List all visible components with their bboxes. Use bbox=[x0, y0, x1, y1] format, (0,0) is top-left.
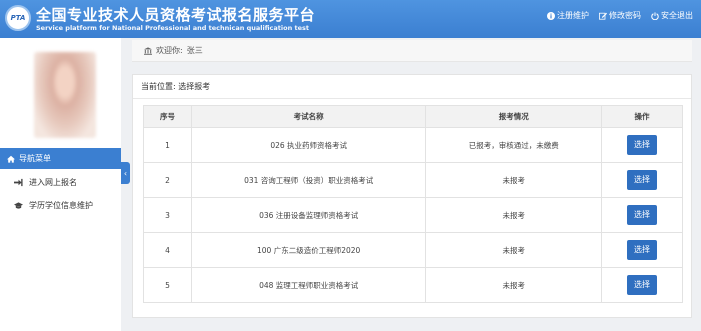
info-icon bbox=[547, 11, 555, 20]
col-header-action: 操作 bbox=[601, 105, 683, 128]
row-status: 未报考 bbox=[425, 197, 603, 233]
graduation-cap-icon bbox=[14, 201, 23, 209]
row-status: 未报考 bbox=[425, 267, 603, 303]
exam-table: 序号 考试名称 报考情况 操作 1 026 执业药师资格考试 已报考，审核通过，… bbox=[143, 105, 683, 303]
col-header-exam-name: 考试名称 bbox=[190, 105, 427, 128]
row-action-cell: 选择 bbox=[601, 127, 683, 163]
sidebar-item-label: 学历学位信息维护 bbox=[29, 200, 93, 210]
nav-menu-title: 导航菜单 bbox=[19, 154, 51, 163]
row-no: 5 bbox=[143, 267, 192, 303]
col-header-no: 序号 bbox=[143, 105, 192, 128]
table-row: 5 048 监理工程师职业资格考试 未报考 选择 bbox=[143, 267, 683, 303]
avatar bbox=[34, 52, 96, 138]
select-button[interactable]: 选择 bbox=[627, 205, 658, 225]
divider bbox=[133, 98, 691, 99]
welcome-bar: 欢迎你: 张三 bbox=[132, 40, 692, 62]
select-button[interactable]: 选择 bbox=[627, 135, 658, 155]
row-exam-name: 048 监理工程师职业资格考试 bbox=[190, 267, 427, 303]
sidebar-item-education-info[interactable]: 学历学位信息维护 bbox=[0, 194, 121, 216]
edit-icon bbox=[599, 12, 607, 20]
row-exam-name: 100 广东二级造价工程师2020 bbox=[190, 232, 427, 268]
select-button[interactable]: 选择 bbox=[627, 240, 658, 260]
welcome-username: 张三 bbox=[186, 46, 203, 55]
register-maintain-link[interactable]: 注册维护 bbox=[547, 10, 589, 21]
row-action-cell: 选择 bbox=[601, 162, 683, 198]
signin-icon bbox=[14, 178, 23, 186]
pta-logo: PTA bbox=[5, 5, 31, 31]
row-action-cell: 选择 bbox=[601, 197, 683, 233]
power-icon bbox=[651, 11, 659, 20]
select-button[interactable]: 选择 bbox=[627, 170, 658, 190]
main-panel: 当前位置: 选择报考 序号 考试名称 报考情况 操作 1 026 执业药师资格考… bbox=[132, 74, 692, 318]
row-exam-name: 036 注册设备监理师资格考试 bbox=[190, 197, 427, 233]
home-icon bbox=[7, 155, 15, 163]
table-row: 3 036 注册设备监理师资格考试 未报考 选择 bbox=[143, 197, 683, 233]
sidebar-item-online-registration[interactable]: 进入网上报名 bbox=[0, 171, 121, 193]
chevron-left-icon: ‹ bbox=[123, 168, 128, 178]
select-button[interactable]: 选择 bbox=[627, 275, 658, 295]
table-header-row: 序号 考试名称 报考情况 操作 bbox=[143, 105, 683, 128]
table-row: 2 031 咨询工程师（投资）职业资格考试 未报考 选择 bbox=[143, 162, 683, 198]
row-status: 已报考，审核通过，未缴费 bbox=[425, 127, 603, 163]
logout-link[interactable]: 安全退出 bbox=[651, 10, 693, 21]
row-no: 3 bbox=[143, 197, 192, 233]
row-action-cell: 选择 bbox=[601, 267, 683, 303]
change-password-link[interactable]: 修改密码 bbox=[599, 10, 641, 21]
breadcrumb: 当前位置: 选择报考 bbox=[141, 82, 211, 91]
row-no: 1 bbox=[143, 127, 192, 163]
welcome-prefix: 欢迎你: bbox=[156, 46, 183, 55]
site-title: 全国专业技术人员资格考试报名服务平台 bbox=[36, 6, 316, 24]
change-password-label: 修改密码 bbox=[609, 11, 641, 20]
sidebar-collapse-toggle[interactable]: ‹ bbox=[121, 162, 130, 184]
row-status: 未报考 bbox=[425, 232, 603, 268]
row-no: 2 bbox=[143, 162, 192, 198]
logout-label: 安全退出 bbox=[661, 11, 693, 20]
col-header-status: 报考情况 bbox=[425, 105, 603, 128]
row-status: 未报考 bbox=[425, 162, 603, 198]
row-action-cell: 选择 bbox=[601, 232, 683, 268]
sidebar-item-label: 进入网上报名 bbox=[29, 177, 77, 187]
sidebar: 导航菜单 进入网上报名 学历学位信息维护 bbox=[0, 38, 121, 331]
row-exam-name: 026 执业药师资格考试 bbox=[190, 127, 427, 163]
row-no: 4 bbox=[143, 232, 192, 268]
register-maintain-label: 注册维护 bbox=[557, 11, 589, 20]
nav-menu-header[interactable]: 导航菜单 bbox=[0, 148, 121, 169]
app-header: PTA 全国专业技术人员资格考试报名服务平台 Service platform … bbox=[0, 0, 701, 38]
logo-text: PTA bbox=[10, 14, 26, 22]
row-exam-name: 031 咨询工程师（投资）职业资格考试 bbox=[190, 162, 427, 198]
site-subtitle: Service platform for National Profession… bbox=[36, 24, 309, 32]
table-row: 4 100 广东二级造价工程师2020 未报考 选择 bbox=[143, 232, 683, 268]
top-links: 注册维护 修改密码 安全退出 bbox=[547, 10, 693, 21]
bank-icon bbox=[144, 46, 152, 55]
table-row: 1 026 执业药师资格考试 已报考，审核通过，未缴费 选择 bbox=[143, 127, 683, 163]
